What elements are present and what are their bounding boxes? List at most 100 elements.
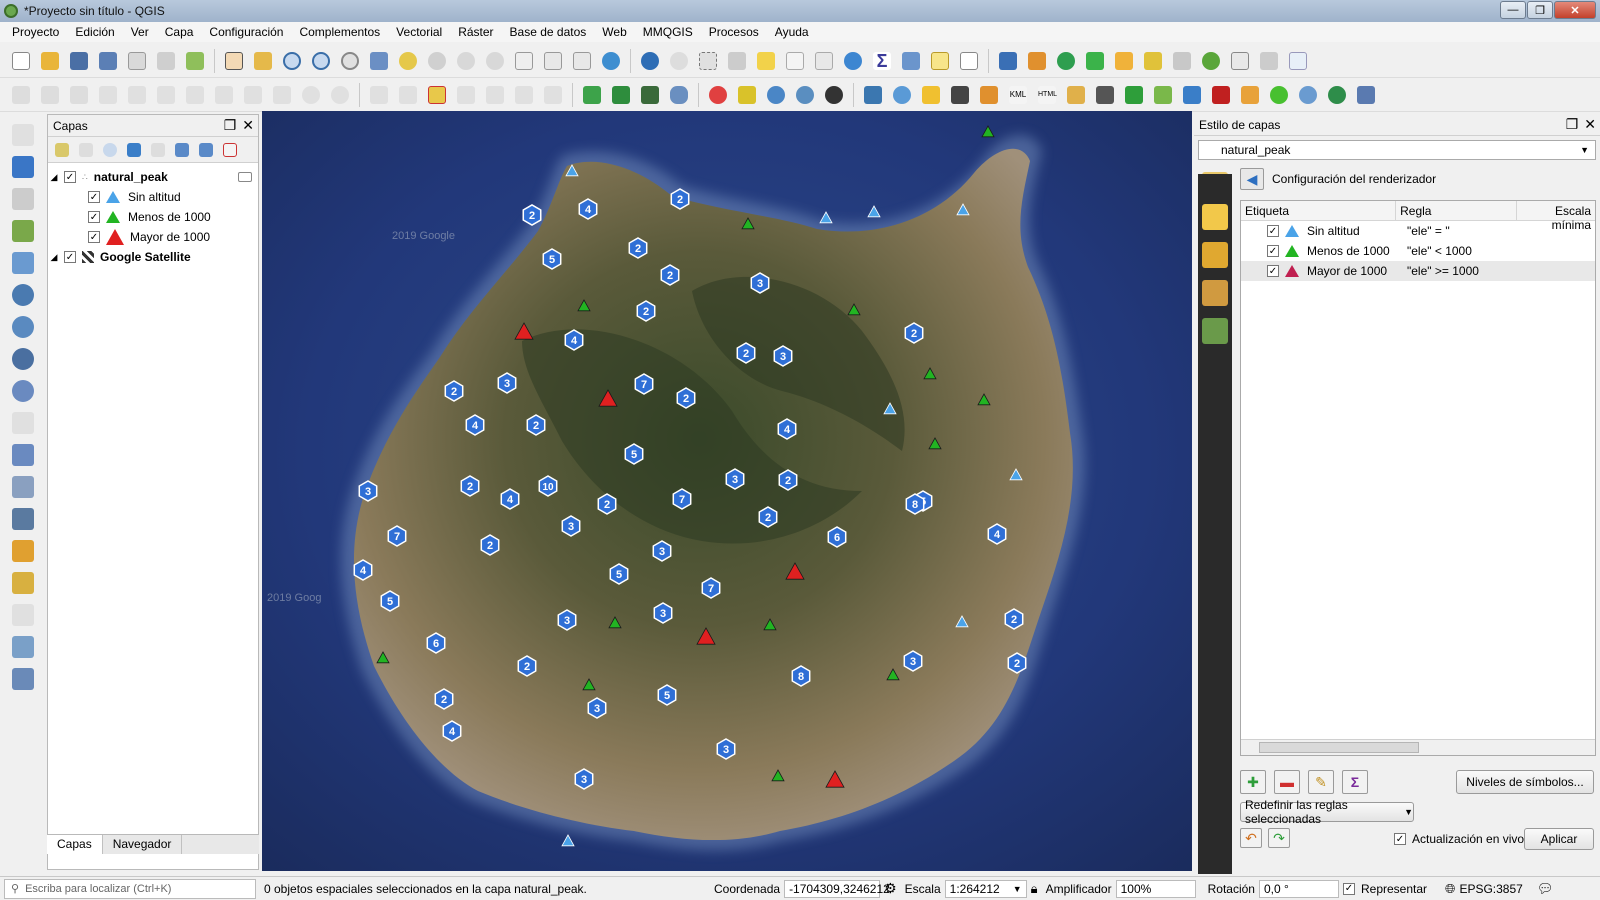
show-bookmarks-icon[interactable] xyxy=(569,48,595,74)
layers-plugin-icon[interactable] xyxy=(1140,48,1166,74)
add-mesh-icon[interactable] xyxy=(10,474,36,500)
text-annotation-icon[interactable] xyxy=(956,48,982,74)
menu-ver[interactable]: Ver xyxy=(123,25,157,39)
zoom-out-icon[interactable] xyxy=(308,48,334,74)
profile-plugin-icon[interactable] xyxy=(1285,48,1311,74)
locator-search-input[interactable]: ⚲ Escriba para localizar (Ctrl+K) xyxy=(4,878,256,899)
cluster-marker[interactable]: 3 xyxy=(653,602,673,624)
copy-plugin-icon[interactable] xyxy=(1227,48,1253,74)
crs-label[interactable]: EPSG:3857 xyxy=(1459,882,1522,896)
turtle-plugin-icon[interactable] xyxy=(1324,82,1350,108)
close-panel-icon[interactable]: ✕ xyxy=(1584,116,1596,133)
column-regla[interactable]: Regla xyxy=(1396,201,1518,220)
collapse-arrow-icon[interactable]: ◢ xyxy=(48,252,60,263)
new-bookmark-icon[interactable] xyxy=(540,48,566,74)
cluster-marker[interactable]: 5 xyxy=(542,248,562,270)
menu-web[interactable]: Web xyxy=(594,25,634,39)
column-etiqueta[interactable]: Etiqueta xyxy=(1241,201,1397,220)
building-plugin-icon[interactable] xyxy=(1353,82,1379,108)
layer-natural-peak[interactable]: ◢ ✓ ∴ natural_peak xyxy=(48,167,258,187)
cluster-marker[interactable]: 6 xyxy=(426,632,446,654)
pin-plugin-icon[interactable] xyxy=(976,82,1002,108)
add-point-icon[interactable] xyxy=(95,82,121,108)
binoculars-icon[interactable] xyxy=(947,82,973,108)
apply-button[interactable]: Aplicar xyxy=(1524,828,1594,850)
show-hide-labels-icon[interactable] xyxy=(453,82,479,108)
cluster-marker[interactable]: 2 xyxy=(676,387,696,409)
cluster-marker[interactable]: 7 xyxy=(672,488,692,510)
menu-procesos[interactable]: Procesos xyxy=(701,25,767,39)
collapse-all-icon[interactable] xyxy=(196,140,216,160)
add-virtual-layer-icon[interactable] xyxy=(10,250,36,276)
undo-icon[interactable] xyxy=(298,82,324,108)
cluster-marker[interactable]: 2 xyxy=(1004,608,1024,630)
cluster-marker[interactable]: 2 xyxy=(636,300,656,322)
maximize-button[interactable]: ❐ xyxy=(1527,1,1553,19)
menu-vectorial[interactable]: Vectorial xyxy=(388,25,450,39)
cluster-marker[interactable]: 2 xyxy=(444,380,464,402)
zoom-native-icon[interactable] xyxy=(337,48,363,74)
layer-select-combo[interactable]: natural_peak ▼ xyxy=(1198,140,1596,160)
history-icon[interactable] xyxy=(1202,318,1228,344)
cluster-marker[interactable]: 3 xyxy=(903,650,923,672)
legend-checkbox[interactable]: ✓ xyxy=(88,231,100,243)
coordinate-field[interactable]: -1704309,3246212 xyxy=(784,879,890,898)
messages-icon[interactable]: 💬︎ xyxy=(1537,881,1554,897)
menu-edicion[interactable]: Edición xyxy=(67,25,122,39)
menu-configuracion[interactable]: Configuración xyxy=(201,25,291,39)
render-checkbox[interactable]: ✓ xyxy=(1342,882,1355,895)
clear-plugin-icon[interactable] xyxy=(1256,48,1282,74)
save-edits-icon[interactable] xyxy=(66,82,92,108)
cluster-marker[interactable]: 2 xyxy=(1007,652,1027,674)
open-project-icon[interactable] xyxy=(37,48,63,74)
cluster-marker[interactable]: 7 xyxy=(634,373,654,395)
live-update-checkbox[interactable]: ✓ xyxy=(1394,833,1406,845)
add-raster-layer-icon[interactable] xyxy=(10,154,36,180)
tab-capas[interactable]: Capas xyxy=(47,835,103,854)
edit-rule-icon[interactable]: ✎ xyxy=(1308,770,1334,794)
manage-visibility-icon[interactable] xyxy=(100,140,120,160)
legend-checkbox[interactable]: ✓ xyxy=(88,211,100,223)
select-features-icon[interactable] xyxy=(695,48,721,74)
python-icon[interactable] xyxy=(860,82,886,108)
cluster-marker[interactable]: 5 xyxy=(609,563,629,585)
cluster-marker[interactable]: 2 xyxy=(736,342,756,364)
cluster-marker[interactable]: 6 xyxy=(827,526,847,548)
new-spatialite-layer-icon[interactable] xyxy=(10,634,36,660)
refine-rules-button[interactable]: Redefinir las reglas seleccionadas ▼ xyxy=(1240,798,1414,826)
tab-navegador[interactable]: Navegador xyxy=(103,835,183,854)
rule-row[interactable]: ✓ Sin altitud "ele" = '' xyxy=(1241,221,1595,241)
rotate-label-icon[interactable] xyxy=(511,82,537,108)
sigma-count-icon[interactable]: Σ xyxy=(1342,770,1368,794)
add-database-icon[interactable] xyxy=(666,82,692,108)
cluster-marker[interactable]: 4 xyxy=(442,720,462,742)
toolbox-gear-icon[interactable] xyxy=(840,48,866,74)
binoculars-globe-icon[interactable] xyxy=(821,82,847,108)
cluster-marker[interactable]: 3 xyxy=(725,468,745,490)
symbol-levels-button[interactable]: Niveles de símbolos... xyxy=(1456,770,1594,794)
arrow-plugin-icon[interactable] xyxy=(1208,82,1234,108)
float-panel-icon[interactable]: ❐ xyxy=(1566,116,1579,133)
network-plugin-icon[interactable] xyxy=(1179,82,1205,108)
cluster-marker[interactable]: 7 xyxy=(387,525,407,547)
cluster-marker[interactable]: 3 xyxy=(358,480,378,502)
new-virtual-layer-icon[interactable] xyxy=(10,666,36,692)
green-globe-icon[interactable] xyxy=(1266,82,1292,108)
cluster-marker[interactable]: 3 xyxy=(773,345,793,367)
close-button[interactable]: ✕ xyxy=(1554,1,1596,19)
new-map-view-icon[interactable] xyxy=(511,48,537,74)
cluster-marker[interactable]: 2 xyxy=(526,414,546,436)
add-raster-icon[interactable] xyxy=(579,82,605,108)
new-temporary-icon[interactable] xyxy=(10,602,36,628)
menu-complementos[interactable]: Complementos xyxy=(291,25,388,39)
menu-base-de-datos[interactable]: Base de datos xyxy=(502,25,595,39)
label-toolbar-icon[interactable] xyxy=(366,82,392,108)
print-layout-icon[interactable] xyxy=(124,48,150,74)
cluster-marker[interactable]: 3 xyxy=(587,697,607,719)
cluster-marker[interactable]: 2 xyxy=(480,534,500,556)
magnifier-field[interactable]: 100% xyxy=(1115,879,1196,898)
cluster-marker[interactable]: 5 xyxy=(657,684,677,706)
cluster-marker[interactable]: 7 xyxy=(701,577,721,599)
cluster-marker[interactable]: 2 xyxy=(660,264,680,286)
pan-hand-icon[interactable] xyxy=(221,48,247,74)
